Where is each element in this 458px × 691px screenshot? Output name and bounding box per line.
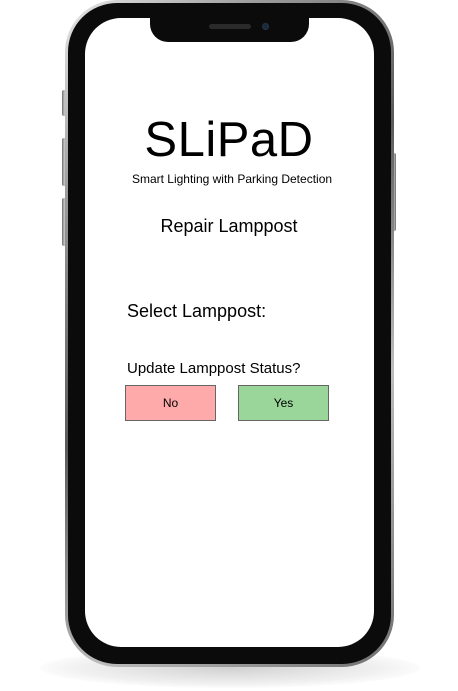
speaker-grille (209, 24, 251, 29)
select-lamppost-label: Select Lamppost: (127, 301, 267, 321)
app-title: SLiPaD (144, 113, 314, 167)
phone-mockup-stage: SLiPaD Smart Lighting with Parking Detec… (0, 0, 458, 691)
no-button[interactable]: No (125, 385, 216, 421)
update-status-question: Update Lamppost Status? (127, 360, 301, 377)
page-title: Repair Lamppost (160, 216, 298, 236)
front-camera-icon (262, 23, 269, 30)
app-subtitle: Smart Lighting with Parking Detection (131, 172, 333, 186)
yes-button[interactable]: Yes (238, 385, 329, 421)
